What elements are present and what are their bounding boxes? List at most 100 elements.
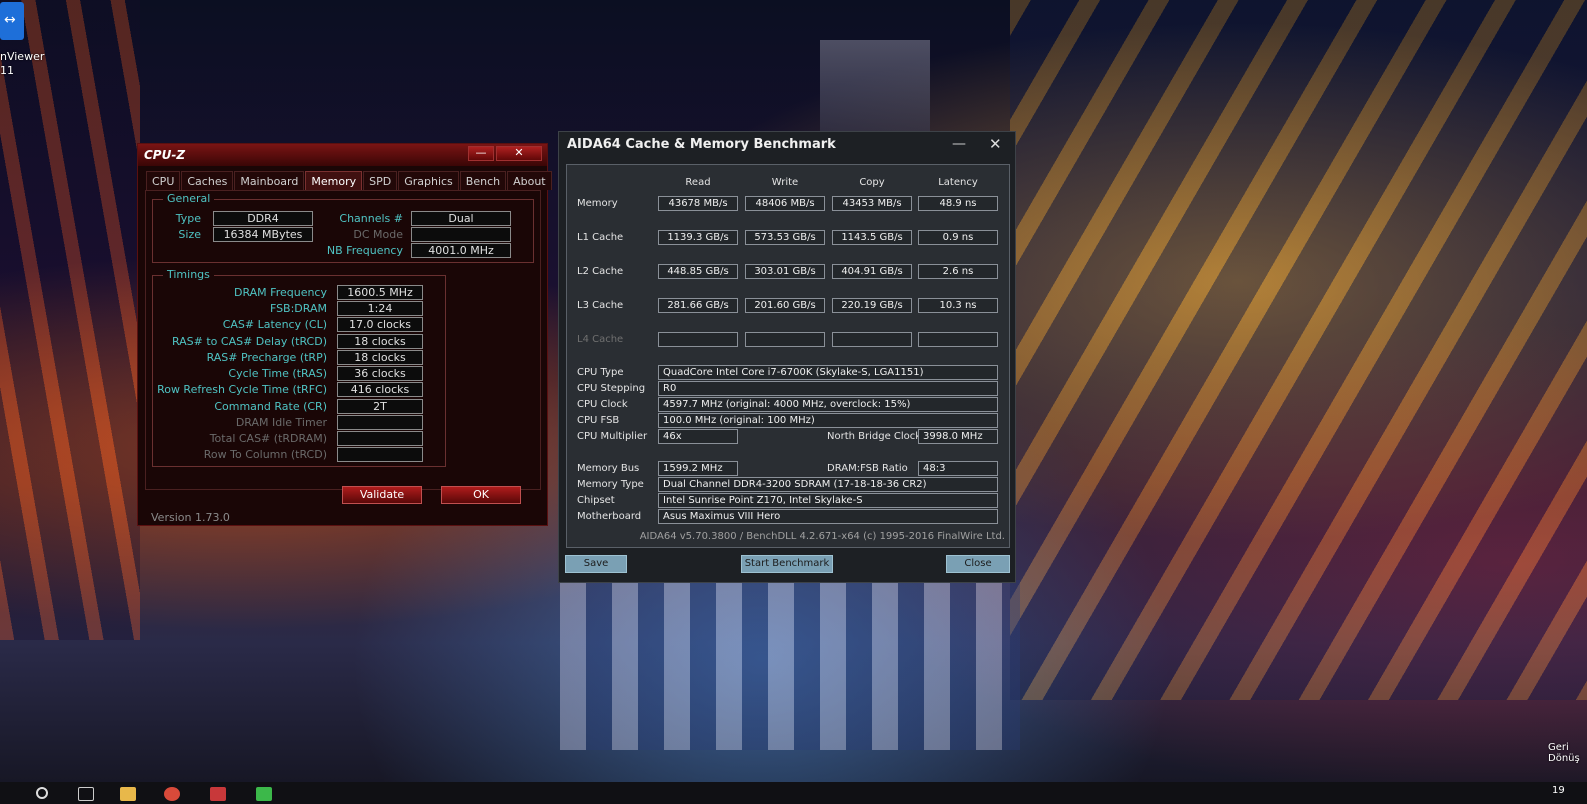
aida64-taskbar-icon[interactable] [256, 787, 272, 801]
tab-about[interactable]: About [507, 171, 552, 190]
benchmark-results-panel: Read Write Copy Latency Memory 43678 MB/… [566, 164, 1010, 548]
ok-button[interactable]: OK [441, 486, 521, 504]
minimize-button[interactable]: — [952, 136, 966, 152]
l1-latency: 0.9 ns [918, 230, 998, 245]
background-wallpaper-left [0, 0, 140, 640]
task-view-icon[interactable] [78, 787, 94, 801]
tray-notification-line2: Dönüş [1548, 753, 1580, 764]
timing-value: 1600.5 MHz [337, 285, 423, 300]
timing-label: Row To Column (tRCD) [203, 448, 327, 461]
cpu-multiplier-value: 46x [658, 429, 738, 444]
channels-label: Channels # [339, 212, 403, 225]
l3-write: 201.60 GB/s [745, 298, 825, 313]
timing-label: DRAM Idle Timer [235, 416, 327, 429]
l4-write [745, 332, 825, 347]
tab-graphics[interactable]: Graphics [398, 171, 459, 190]
cpu-stepping-label: CPU Stepping [577, 383, 646, 394]
timing-label: Total CAS# (tRDRAM) [209, 432, 327, 445]
save-button[interactable]: Save [565, 555, 627, 573]
nbfreq-value: 4001.0 MHz [411, 243, 511, 258]
memory-type-value: Dual Channel DDR4-3200 SDRAM (17-18-18-3… [658, 477, 998, 492]
timing-value [337, 447, 423, 462]
tab-mainboard[interactable]: Mainboard [234, 171, 305, 190]
tab-spd[interactable]: SPD [363, 171, 398, 190]
file-explorer-icon[interactable] [120, 787, 136, 801]
header-read: Read [685, 177, 711, 188]
timings-group: Timings DRAM Frequency 1600.5 MHz FSB:DR… [152, 268, 446, 467]
dcmode-label: DC Mode [353, 228, 403, 241]
timing-value: 18 clocks [337, 350, 423, 365]
cpuz-window: CPU-Z — ✕ CPU Caches Mainboard Memory SP… [137, 143, 552, 526]
timing-label: Cycle Time (tRAS) [228, 367, 327, 380]
clock[interactable]: 19 [1552, 785, 1565, 796]
timing-value: 36 clocks [337, 366, 423, 381]
minimize-button[interactable]: — [468, 146, 494, 161]
cpuz-titlebar[interactable]: CPU-Z — ✕ [138, 144, 547, 166]
timing-value: 18 clocks [337, 334, 423, 349]
tray-notification-line1: Geri [1548, 742, 1569, 753]
cpu-type-label: CPU Type [577, 367, 624, 378]
chipset-label: Chipset [577, 495, 615, 506]
desktop-icon-label: nViewer [0, 50, 45, 63]
size-label: Size [178, 228, 201, 241]
timing-label: Command Rate (CR) [214, 400, 327, 413]
memory-write: 48406 MB/s [745, 196, 825, 211]
aida64-titlebar[interactable]: AIDA64 Cache & Memory Benchmark — ✕ [559, 132, 1015, 162]
timing-value: 416 clocks [337, 382, 423, 397]
l1-copy: 1143.5 GB/s [832, 230, 912, 245]
l2-write: 303.01 GB/s [745, 264, 825, 279]
tab-bench[interactable]: Bench [459, 171, 507, 190]
l3-latency: 10.3 ns [918, 298, 998, 313]
row-label-l1: L1 Cache [577, 232, 624, 243]
l1-write: 573.53 GB/s [745, 230, 825, 245]
tab-caches[interactable]: Caches [181, 171, 234, 190]
chrome-icon[interactable] [164, 787, 180, 801]
timing-label: CAS# Latency (CL) [222, 318, 327, 331]
aida64-window: AIDA64 Cache & Memory Benchmark — ✕ Read… [558, 131, 1016, 583]
tray-notification: Geri Dönüş [1548, 742, 1580, 764]
tab-cpu[interactable]: CPU [146, 171, 181, 190]
cpu-stepping-value: R0 [658, 381, 998, 396]
cpuz-memory-panel: General Type DDR4 Size 16384 MBytes Chan… [145, 190, 541, 490]
validate-button[interactable]: Validate [342, 486, 422, 504]
memory-read: 43678 MB/s [658, 196, 738, 211]
l3-copy: 220.19 GB/s [832, 298, 912, 313]
timing-value: 2T [337, 399, 423, 414]
general-group-title: General [163, 192, 215, 205]
timing-label: Row Refresh Cycle Time (tRFC) [157, 383, 327, 396]
timing-value: 1:24 [337, 301, 423, 316]
timing-value: 17.0 clocks [337, 317, 423, 332]
close-button[interactable]: ✕ [989, 135, 1002, 153]
timing-value [337, 415, 423, 430]
cpu-fsb-value: 100.0 MHz (original: 100 MHz) [658, 413, 998, 428]
channels-value: Dual [411, 211, 511, 226]
search-icon[interactable] [36, 787, 48, 799]
background-wallpaper-billboards [560, 580, 1020, 750]
l2-latency: 2.6 ns [918, 264, 998, 279]
aida64-title: AIDA64 Cache & Memory Benchmark [567, 137, 836, 152]
l4-read [658, 332, 738, 347]
timing-label: RAS# to CAS# Delay (tRCD) [171, 335, 327, 348]
close-dialog-button[interactable]: Close [946, 555, 1010, 573]
cpuz-taskbar-icon[interactable] [210, 787, 226, 801]
memory-type-label: Memory Type [577, 479, 644, 490]
start-benchmark-button[interactable]: Start Benchmark [741, 555, 833, 573]
memory-bus-value: 1599.2 MHz [658, 461, 738, 476]
desktop-icon-sublabel: 11 [0, 64, 14, 77]
l3-read: 281.66 GB/s [658, 298, 738, 313]
nbfreq-label: NB Frequency [326, 244, 403, 257]
tab-memory[interactable]: Memory [305, 171, 363, 190]
type-value: DDR4 [213, 211, 313, 226]
type-label: Type [175, 212, 201, 225]
motherboard-label: Motherboard [577, 511, 642, 522]
header-write: Write [771, 177, 799, 188]
desktop-icon-teamviewer[interactable]: nViewer 11 [0, 0, 44, 80]
close-button[interactable]: ✕ [496, 146, 542, 161]
l1-read: 1139.3 GB/s [658, 230, 738, 245]
nb-clock-label: North Bridge Clock [827, 431, 922, 442]
teamviewer-icon [0, 2, 24, 40]
l4-copy [832, 332, 912, 347]
cpu-multiplier-label: CPU Multiplier [577, 431, 648, 442]
dram-fsb-label: DRAM:FSB Ratio [827, 463, 908, 474]
row-label-l2: L2 Cache [577, 266, 624, 277]
